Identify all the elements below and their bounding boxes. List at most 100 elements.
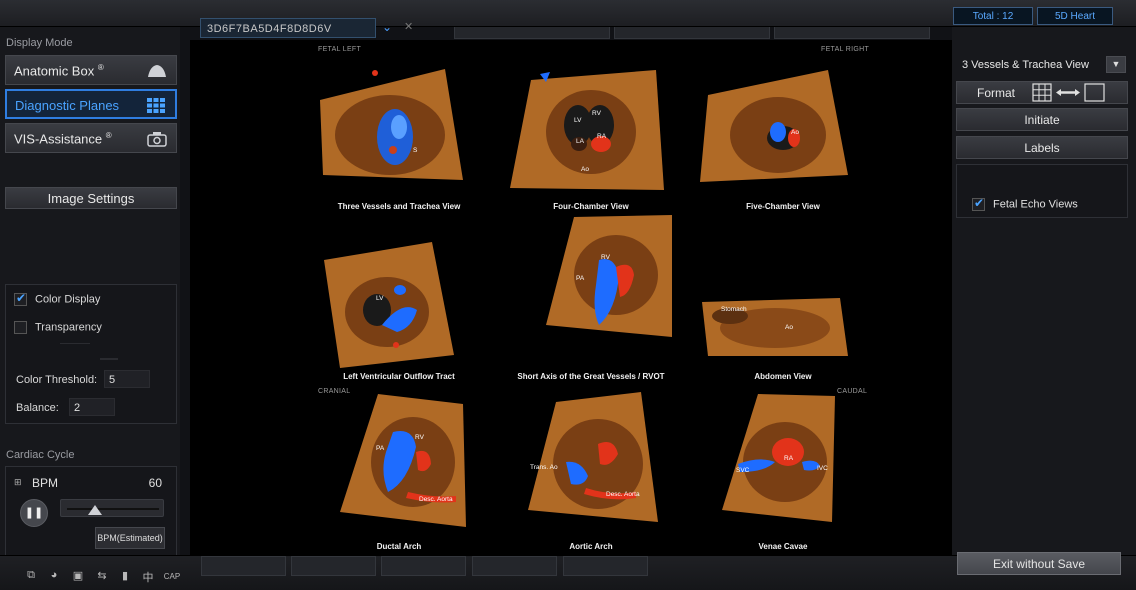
label-lv: LV: [574, 117, 582, 124]
image-settings-button[interactable]: Image Settings: [5, 187, 177, 209]
label-ivc: IVC: [817, 465, 828, 472]
color-display-checkbox[interactable]: Color Display: [14, 291, 100, 309]
scan-image-ductal-arch[interactable]: [338, 392, 468, 532]
diagnostic-planes-viewport[interactable]: FETAL LEFT FETAL RIGHT CRANIAL CAUDAL S …: [190, 40, 952, 555]
view-select[interactable]: 3 Vessels & Trachea View: [956, 55, 1106, 75]
grid-icon: [147, 98, 165, 113]
transparency-checkbox[interactable]: Transparency: [14, 321, 102, 337]
cardiac-cycle-panel: ⊞ BPM 60 ❚❚ BPM(Estimated): [5, 466, 177, 556]
diagnostic-planes-label: Diagnostic Planes: [15, 98, 120, 113]
plane-title-5ch: Five-Chamber View: [746, 202, 820, 211]
bpm-estimated-button[interactable]: BPM(Estimated): [95, 527, 165, 549]
balance-field[interactable]: 2: [69, 398, 115, 416]
expand-toggle-icon[interactable]: ⊞: [14, 477, 22, 488]
orientation-caudal: CAUDAL: [837, 388, 868, 395]
bottom-tab-2[interactable]: [291, 556, 376, 576]
battery-icon[interactable]: ▮: [117, 569, 133, 583]
dropdown-arrow-icon[interactable]: ▼: [1106, 56, 1126, 73]
label-desc-aorta: Desc. Aorta: [606, 491, 640, 498]
initiate-button[interactable]: Initiate: [956, 108, 1128, 131]
mode-badge: 5D Heart: [1037, 7, 1113, 25]
orientation-fetal-right: FETAL RIGHT: [821, 46, 870, 53]
globe-icon[interactable]: ◕: [46, 569, 62, 583]
caps-lock-indicator: CAP: [163, 572, 181, 581]
total-count-badge: Total : 12: [953, 7, 1033, 25]
orientation-fetal-left: FETAL LEFT: [318, 46, 362, 53]
bottom-tab-4[interactable]: [472, 556, 557, 576]
label-ra: RA: [597, 133, 607, 140]
label-trans-ao: Trans. Ao: [530, 464, 558, 471]
labels-button[interactable]: Labels: [956, 136, 1128, 159]
scan-image-4ch[interactable]: [506, 70, 666, 195]
color-threshold-label: Color Threshold:: [16, 374, 98, 386]
usb-icon[interactable]: ▣: [70, 569, 86, 583]
close-icon[interactable]: ✕: [404, 20, 418, 34]
bottom-tab-5[interactable]: [563, 556, 648, 576]
label-desc-aorta: Desc. Aorta: [419, 496, 453, 503]
bpm-slider-track: [67, 508, 159, 510]
label-rv: RV: [592, 110, 601, 117]
top-tab-3[interactable]: [774, 27, 930, 39]
scan-image-venae-cavae[interactable]: [720, 392, 840, 527]
copy-icon[interactable]: ⧉: [23, 569, 39, 583]
label-stomach: Stomach: [721, 306, 747, 313]
bottom-tab-3[interactable]: [381, 556, 466, 576]
network-icon[interactable]: ⇆: [94, 569, 110, 583]
label-la: LA: [576, 138, 584, 145]
anatomic-box-button[interactable]: Anatomic Box ®: [5, 55, 177, 85]
fetal-echo-views-label: Fetal Echo Views: [993, 198, 1078, 211]
label-ao: Ao: [785, 324, 793, 331]
scan-image-rvot[interactable]: [544, 215, 674, 337]
right-panel: [952, 27, 1136, 555]
label-rv: RV: [601, 254, 610, 261]
label-s: S: [413, 147, 418, 154]
label-ra: RA: [784, 455, 794, 462]
label-lv: LV: [376, 295, 384, 302]
bottom-tab-1[interactable]: [201, 556, 286, 576]
bpm-value: 60: [148, 476, 162, 490]
pause-button[interactable]: ❚❚: [20, 499, 48, 527]
plane-title-venae-cavae: Venae Cavae: [758, 542, 808, 551]
diagnostic-planes-button[interactable]: Diagnostic Planes: [5, 89, 177, 119]
plane-title-ductal-arch: Ductal Arch: [376, 542, 422, 551]
vis-assistance-button[interactable]: VIS-Assistance ®: [5, 123, 177, 153]
chevron-down-icon[interactable]: ⌄: [382, 20, 396, 34]
vis-assistance-label: VIS-Assistance: [14, 131, 103, 147]
label-pa: PA: [576, 275, 585, 282]
plane-title-abdomen: Abdomen View: [754, 372, 812, 381]
han-input-icon[interactable]: 中: [140, 569, 156, 584]
exit-without-save-button[interactable]: Exit without Save: [957, 552, 1121, 575]
scan-image-5ch[interactable]: [698, 70, 850, 195]
probe-icon: [148, 65, 166, 77]
display-mode-label: Display Mode: [6, 37, 73, 49]
ultrasound-workstation: 3D6F7BA5D4F8D8D6V ⌄ ✕ Total : 12 5D Hear…: [0, 0, 1136, 590]
bpm-slider[interactable]: [60, 499, 164, 517]
anatomic-box-label: Anatomic Box: [14, 63, 95, 79]
format-layout-icon: [1032, 83, 1105, 102]
plane-title-lvot: Left Ventricular Outflow Tract: [343, 372, 455, 381]
transparency-label: Transparency: [35, 321, 102, 334]
checkbox-checked-icon: [14, 291, 27, 306]
disabled-slider-track: [60, 343, 90, 344]
label-pa: PA: [376, 445, 385, 452]
scan-image-lvot[interactable]: [322, 240, 457, 370]
disabled-slider-track: [100, 358, 118, 360]
scan-image-aortic-arch[interactable]: [526, 392, 660, 532]
scan-image-3vt[interactable]: [315, 65, 465, 195]
volume-id-field[interactable]: 3D6F7BA5D4F8D8D6V: [200, 18, 376, 38]
color-threshold-field[interactable]: 5: [104, 370, 150, 388]
fetal-echo-views-checkbox[interactable]: Fetal Echo Views: [972, 196, 1078, 211]
bpm-label: BPM: [32, 476, 59, 490]
plane-title-4ch: Four-Chamber View: [553, 202, 629, 211]
registered-mark: ®: [105, 131, 112, 140]
format-label: Format: [977, 86, 1016, 100]
balance-label: Balance:: [16, 402, 59, 414]
plane-title-aortic-arch: Aortic Arch: [569, 542, 613, 551]
cardiac-cycle-label: Cardiac Cycle: [6, 449, 75, 461]
checkbox-unchecked-icon: [14, 321, 27, 334]
checkbox-checked-icon: [972, 196, 985, 211]
top-tab-1[interactable]: [454, 27, 610, 39]
top-tab-2[interactable]: [614, 27, 770, 39]
bpm-slider-thumb[interactable]: [87, 505, 102, 515]
label-svc: SVC: [736, 467, 750, 474]
